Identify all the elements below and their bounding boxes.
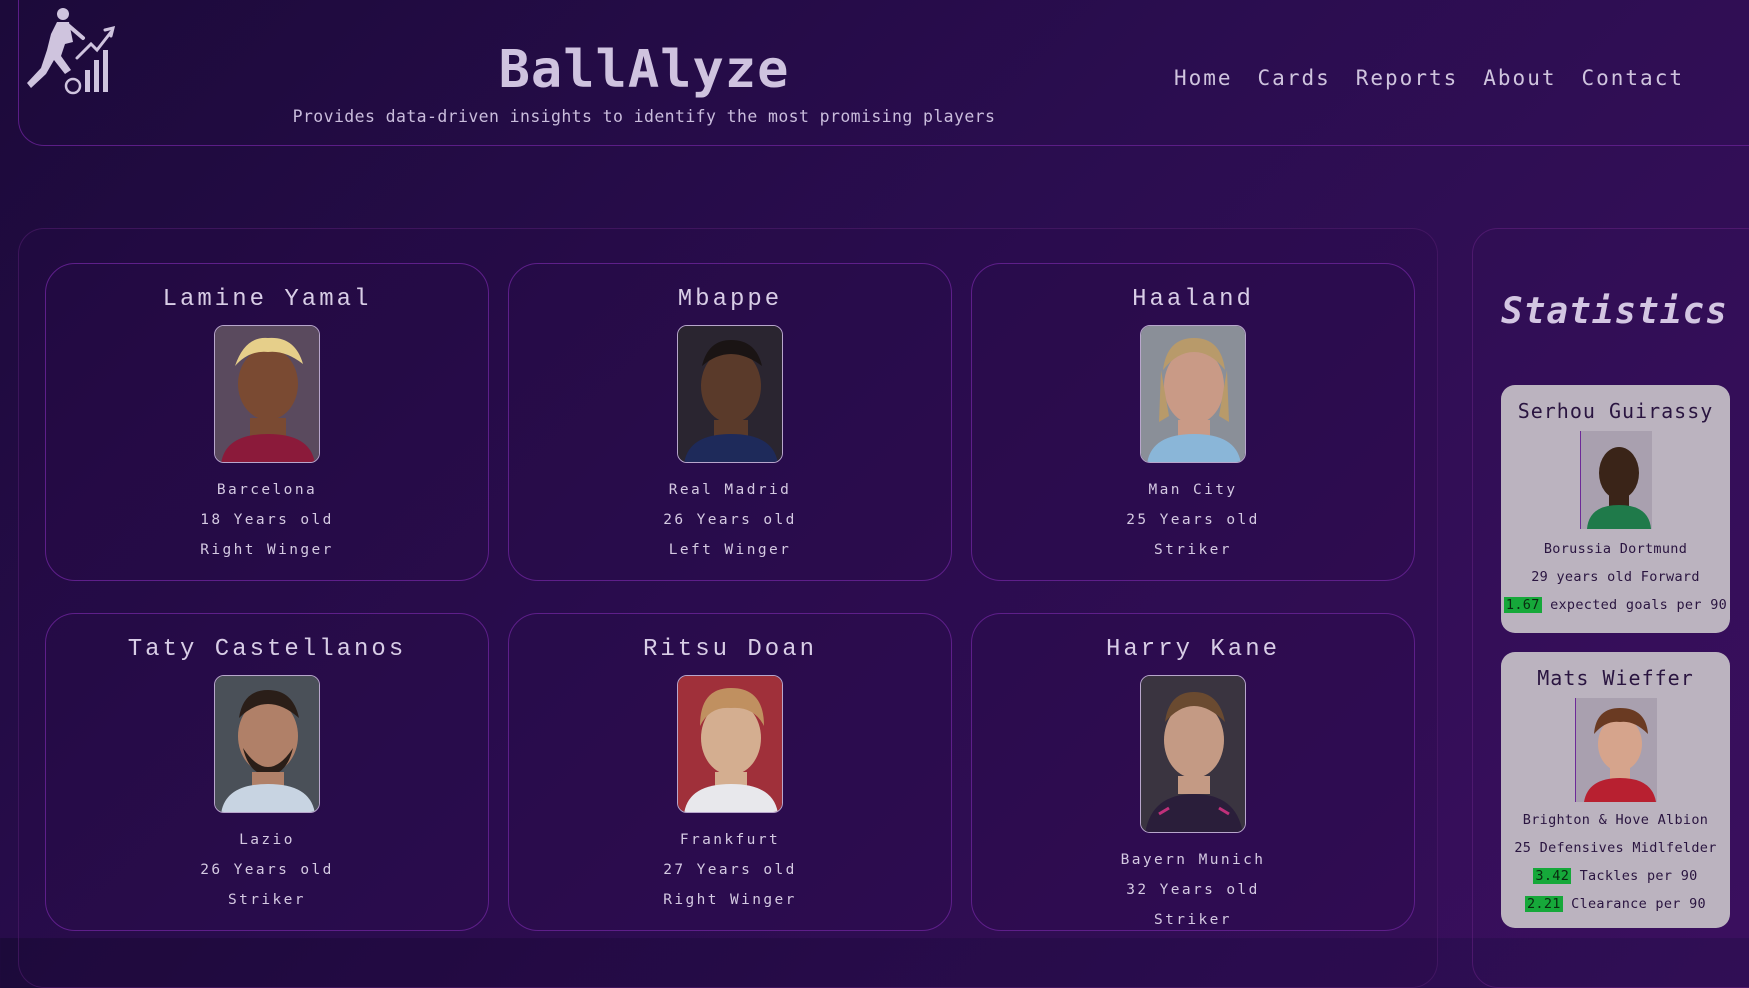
nav-about[interactable]: About (1483, 66, 1556, 90)
stat-player-photo (1574, 698, 1657, 802)
player-name: Ritsu Doan (642, 636, 818, 663)
nav-home[interactable]: Home (1174, 66, 1233, 90)
player-photo (214, 325, 320, 463)
player-age: 18 Years old (200, 512, 334, 528)
stat-player-photo (1579, 431, 1652, 529)
player-photo (1140, 325, 1246, 463)
player-card-lamine-yamal[interactable]: Lamine Yamal Barcelona 18 Years old Righ… (45, 263, 489, 581)
site-header: BallAlyze Provides data-driven insights … (18, 0, 1749, 146)
player-photo (677, 325, 783, 463)
player-card-ritsu-doan[interactable]: Ritsu Doan Frankfurt 27 Years old Right … (508, 613, 952, 931)
player-photo (677, 675, 783, 813)
site-title: BallAlyze (498, 40, 790, 100)
site-subtitle: Provides data-driven insights to identif… (292, 107, 996, 126)
player-name: Lamine Yamal (162, 286, 372, 313)
stat-value-highlight: 3.42 (1533, 868, 1572, 884)
stat-row: 2.21 Clearance per 90 (1501, 890, 1730, 918)
statistics-panel: Statistics Serhou Guirassy Borussia Dort… (1472, 228, 1749, 988)
player-club: Real Madrid (668, 482, 792, 498)
player-name: Haaland (1132, 286, 1254, 313)
soccer-player-chart-logo-icon[interactable] (21, 4, 117, 100)
stat-info: 29 years old Forward (1531, 569, 1700, 585)
stat-player-name: Serhou Guirassy (1517, 399, 1714, 423)
player-card-mbappe[interactable]: Mbappe Real Madrid 26 Years old Left Win… (508, 263, 952, 581)
player-club: Frankfurt (679, 832, 781, 848)
stat-label: Clearance per 90 (1562, 896, 1706, 912)
stat-label: expected goals per 90 (1541, 597, 1728, 613)
player-name: Mbappe (677, 286, 783, 313)
stat-value-highlight: 2.21 (1525, 896, 1563, 912)
stat-club: Brighton & Hove Albion (1522, 812, 1709, 828)
player-photo (1140, 675, 1246, 833)
stat-player-name: Mats Wieffer (1537, 666, 1694, 690)
player-age: 32 Years old (1126, 882, 1260, 898)
player-club: Man City (1148, 482, 1238, 498)
player-position: Right Winger (200, 542, 334, 558)
player-card-taty-castellanos[interactable]: Taty Castellanos Lazio 26 Years old Stri… (45, 613, 489, 931)
player-card-harry-kane[interactable]: Harry Kane Bayern Munich 32 Years old St… (971, 613, 1415, 931)
player-age: 25 Years old (1126, 512, 1260, 528)
nav-contact[interactable]: Contact (1581, 66, 1684, 90)
player-club: Barcelona (216, 482, 318, 498)
stat-card-mats-wieffer[interactable]: Mats Wieffer Brighton & Hove Albion 25 D… (1501, 652, 1730, 928)
player-position: Striker (228, 892, 306, 908)
player-age: 26 Years old (200, 862, 334, 878)
player-position: Striker (1154, 912, 1232, 928)
player-age: 27 Years old (663, 862, 797, 878)
stat-label: Tackles per 90 (1571, 868, 1698, 884)
player-photo (214, 675, 320, 813)
player-club: Lazio (239, 832, 295, 848)
stat-value-highlight: 1.67 (1503, 597, 1542, 613)
player-position: Left Winger (668, 542, 792, 558)
nav-reports[interactable]: Reports (1356, 66, 1459, 90)
player-club: Bayern Munich (1120, 852, 1266, 868)
stat-club: Borussia Dortmund (1543, 541, 1688, 557)
statistics-title: Statistics (1501, 291, 1728, 332)
stat-row: 1.67 expected goals per 90 (1501, 591, 1730, 619)
stat-info: 25 Defensives Midlfelder (1514, 840, 1717, 856)
player-cards-panel: Lamine Yamal Barcelona 18 Years old Righ… (18, 228, 1438, 988)
player-card-haaland[interactable]: Haaland Man City 25 Years old Striker (971, 263, 1415, 581)
nav-cards[interactable]: Cards (1258, 66, 1331, 90)
player-position: Right Winger (663, 892, 797, 908)
player-age: 26 Years old (663, 512, 797, 528)
stat-card-serhou-guirassy[interactable]: Serhou Guirassy Borussia Dortmund 29 yea… (1501, 385, 1730, 633)
player-position: Striker (1154, 542, 1232, 558)
stat-row: 3.42 Tackles per 90 (1501, 862, 1730, 890)
main-nav: Home Cards Reports About Contact (1174, 66, 1684, 90)
player-name: Harry Kane (1105, 636, 1281, 663)
player-name: Taty Castellanos (127, 636, 407, 663)
